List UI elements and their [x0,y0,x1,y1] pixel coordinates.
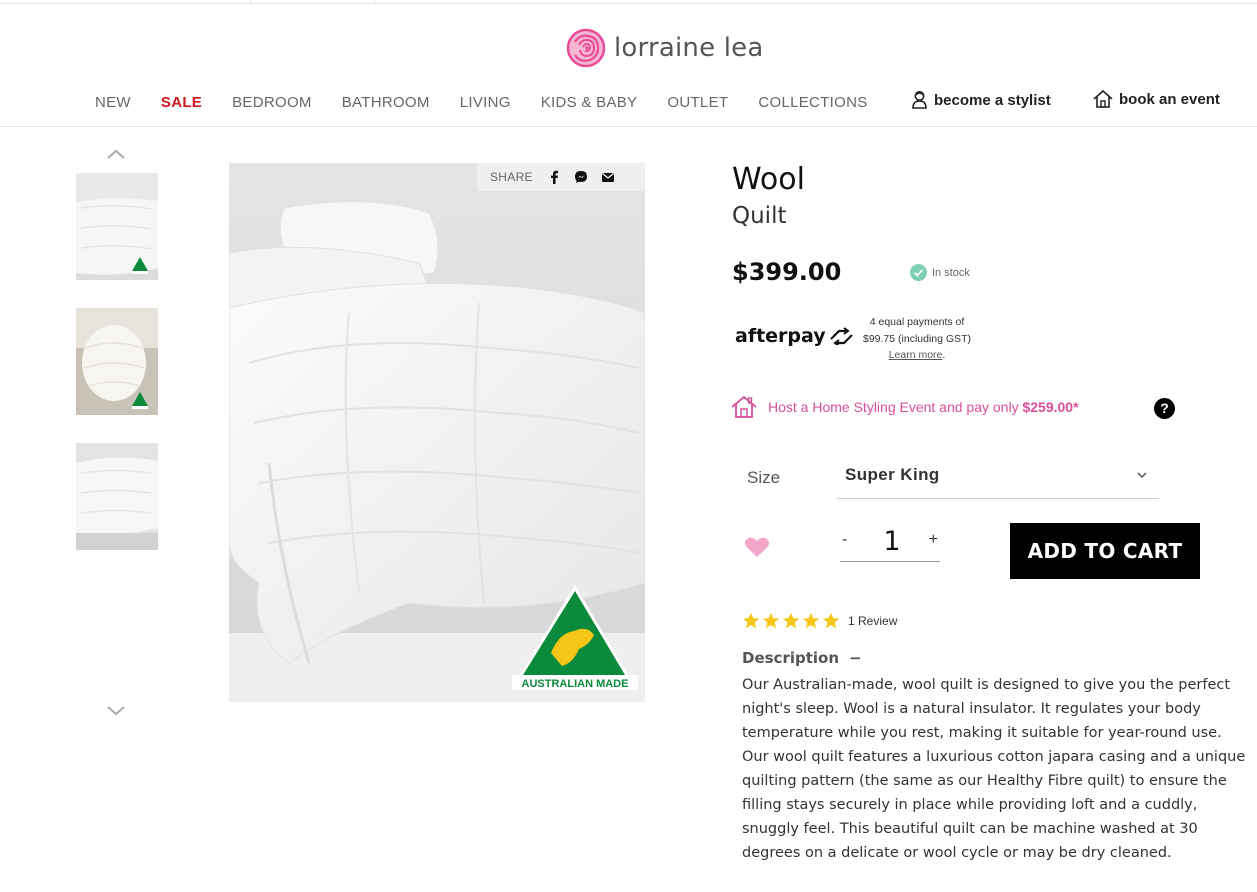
site-logo[interactable]: lorraine lea [566,28,764,68]
rose-icon [566,28,606,68]
size-selected-value: Super King [845,465,940,484]
product-main-image[interactable]: AUSTRALIAN MADE [229,163,645,702]
email-icon[interactable] [601,170,615,184]
stock-status: In stock [910,264,970,281]
badge-text: AUSTRALIAN MADE [522,678,629,690]
stock-status-label: In stock [932,266,970,279]
stylist-icon [912,91,927,109]
messenger-icon[interactable] [574,170,588,184]
nav-item-new[interactable]: NEW [95,94,131,111]
product-price: $399.00 [732,258,842,286]
main-nav: NEW SALE BEDROOM BATHROOM LIVING KIDS & … [95,94,898,111]
thumbnail-1[interactable] [76,173,158,280]
nav-item-kids-baby[interactable]: KIDS & BABY [541,94,638,111]
chevron-up-icon[interactable] [105,147,127,161]
add-to-cart-button[interactable]: ADD TO CART [1010,523,1200,579]
nav-item-bedroom[interactable]: BEDROOM [232,94,312,111]
host-offer-text: Host a Home Styling Event and pay only [768,399,1019,415]
product-title: Wool [732,162,805,197]
star-icon [742,612,760,629]
afterpay-period: . [942,349,946,361]
host-event-offer[interactable]: Host a Home Styling Event and pay only $… [731,396,1079,418]
description-toggle[interactable]: Description − [742,649,862,667]
afterpay-info: 4 equal payments of $99.75 (including GS… [847,314,987,364]
home-icon [1093,90,1113,108]
logo-text: lorraine lea [614,33,764,63]
nav-item-outlet[interactable]: OUTLET [667,94,728,111]
book-event-label: book an event [1119,90,1220,108]
book-event-link[interactable]: book an event [1093,90,1220,108]
chevron-down-icon [1137,472,1147,479]
host-offer-price: $259.00* [1022,399,1079,415]
star-icon [762,612,780,629]
chevron-down-icon[interactable] [105,704,127,718]
nav-item-sale[interactable]: SALE [161,94,202,111]
top-separator [374,0,375,3]
afterpay-logo[interactable]: afterpay [735,325,854,347]
afterpay-line2: $99.75 (including GST) [863,332,971,345]
nav-item-bathroom[interactable]: BATHROOM [342,94,430,111]
review-count-link[interactable]: 1 Review [848,614,897,628]
afterpay-learn-more-link[interactable]: Learn more [889,349,943,361]
nav-divider [0,126,1257,127]
description-heading: Description [742,649,840,667]
description-text: Our Australian-made, wool quilt is desig… [742,677,1246,861]
afterpay-line1: 4 equal payments of [869,316,965,328]
facebook-icon[interactable] [547,170,561,184]
quantity-stepper: - + [840,523,940,562]
top-divider [0,3,1257,4]
star-icon [782,612,800,629]
star-icon [802,612,820,629]
thumbnail-2[interactable] [76,308,158,415]
become-stylist-link[interactable]: become a stylist [911,90,1051,110]
size-select[interactable]: Super King [837,455,1159,499]
share-label: SHARE [490,170,533,184]
quantity-input[interactable] [870,525,914,558]
wishlist-heart-icon[interactable] [744,536,770,558]
nav-item-living[interactable]: LIVING [460,94,511,111]
top-separator [250,0,251,3]
product-subtitle: Quilt [732,203,787,229]
nav-item-collections[interactable]: COLLECTIONS [758,94,867,111]
thumbnail-3[interactable] [76,443,158,550]
quantity-increase-button[interactable]: + [929,531,938,549]
home-icon [731,396,757,418]
check-circle-icon [910,264,927,281]
quantity-decrease-button[interactable]: - [842,531,847,549]
become-stylist-label: become a stylist [934,91,1051,109]
star-icon [822,612,840,629]
help-icon[interactable]: ? [1154,398,1175,419]
rating-stars[interactable]: 1 Review [742,612,897,630]
afterpay-logo-text: afterpay [735,325,826,347]
share-bar: SHARE [477,163,645,191]
size-label: Size [747,468,781,487]
collapse-icon: − [849,649,862,667]
